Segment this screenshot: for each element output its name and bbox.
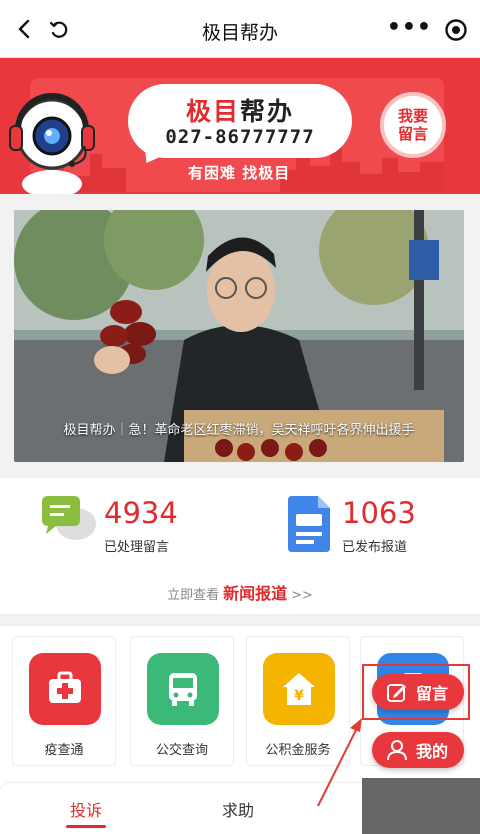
housing-fund-icon: ¥ (263, 653, 335, 725)
stats-panel: 4934 已处理留言 1063 已发布报道 立即查看 新闻报道 >> (0, 478, 480, 614)
leave-message-line2: 留言 (397, 125, 428, 143)
medical-kit-icon (29, 653, 101, 725)
service-tile-epidemic-check[interactable]: 疫查通 (12, 636, 116, 766)
chat-bubbles-icon (42, 496, 96, 540)
page: 极目帮办 ••• 极目帮办 027-86777777 有困难 找极目 我要 留言… (0, 0, 480, 834)
service-label: 公积金服务 (265, 743, 331, 758)
view-news-link[interactable]: 立即查看 新闻报道 >> (0, 580, 480, 604)
brand-name: 极目帮办 (128, 92, 352, 128)
processed-count: 4934 (104, 496, 178, 530)
brand-name-red: 极目 (185, 97, 240, 126)
tab-complaint[interactable]: 投诉 (70, 797, 102, 821)
more-menu-icon[interactable]: ••• (387, 17, 432, 39)
bus-icon (147, 653, 219, 725)
floating-mine-label: 我的 (416, 742, 449, 761)
service-label: 公交查询 (155, 743, 208, 758)
brand-name-dark: 帮办 (240, 97, 295, 126)
leave-message-line1: 我要 (397, 107, 428, 125)
floating-message-label: 留言 (416, 684, 449, 703)
hero-banner: 极目帮办 027-86777777 有困难 找极目 我要 留言 (0, 58, 480, 194)
view-news-prefix: 立即查看 (167, 588, 220, 603)
banner-slogan: 有困难 找极目 (188, 164, 291, 182)
service-tile-bus-query[interactable]: 公交查询 (130, 636, 234, 766)
top-nav-bar: 极目帮办 ••• (0, 0, 480, 58)
tab-help[interactable]: 求助 (222, 797, 254, 821)
view-news-suffix: >> (291, 588, 313, 603)
close-miniprogram-icon[interactable] (444, 18, 468, 42)
leave-message-badge[interactable]: 我要 留言 (380, 92, 446, 158)
published-label: 已发布报道 (342, 540, 408, 555)
active-tab-indicator (66, 825, 106, 828)
news-caption: 极目帮办｜急！革命老区红枣滞销，吴天祥呼吁各界伸出援手 (63, 423, 415, 438)
published-count: 1063 (342, 496, 416, 530)
svg-text:¥: ¥ (294, 688, 304, 704)
report-document-icon (288, 496, 330, 552)
view-news-main: 新闻报道 (223, 584, 288, 603)
user-icon (387, 740, 407, 761)
floating-message-button[interactable]: 留言 (372, 674, 464, 710)
hotline-number: 027-86777777 (165, 126, 315, 148)
service-tile-housing-fund[interactable]: ¥ 公积金服务 (246, 636, 350, 766)
screenshot-corner-overlay (362, 778, 480, 834)
hotline-bubble: 极目帮办 027-86777777 (128, 84, 352, 158)
service-label: 疫查通 (44, 743, 84, 758)
floating-mine-button[interactable]: 我的 (372, 732, 464, 768)
robot-mascot-icon (9, 93, 95, 194)
edit-icon (387, 684, 406, 702)
featured-news-image[interactable]: 极目帮办｜急！革命老区红枣滞销，吴天祥呼吁各界伸出援手 (14, 210, 464, 462)
processed-label: 已处理留言 (104, 540, 170, 555)
